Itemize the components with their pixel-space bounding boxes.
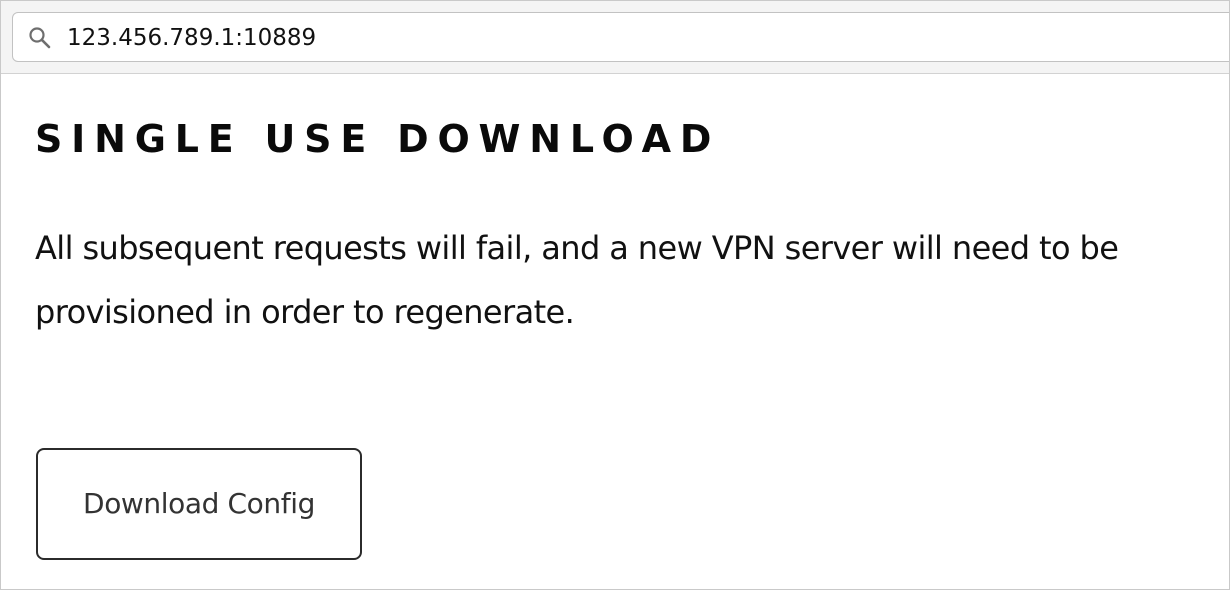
- browser-window: 123.456.789.1:10889 SINGLE USE DOWNLOAD …: [0, 0, 1230, 590]
- browser-toolbar: 123.456.789.1:10889: [1, 1, 1229, 74]
- address-bar[interactable]: 123.456.789.1:10889: [12, 12, 1229, 62]
- page-content: SINGLE USE DOWNLOAD All subsequent reque…: [1, 74, 1229, 589]
- download-config-button[interactable]: Download Config: [36, 448, 362, 560]
- address-url[interactable]: 123.456.789.1:10889: [67, 24, 316, 52]
- page-description: All subsequent requests will fail, and a…: [35, 229, 1119, 331]
- search-icon: [28, 26, 52, 50]
- page-title: SINGLE USE DOWNLOAD: [35, 117, 721, 161]
